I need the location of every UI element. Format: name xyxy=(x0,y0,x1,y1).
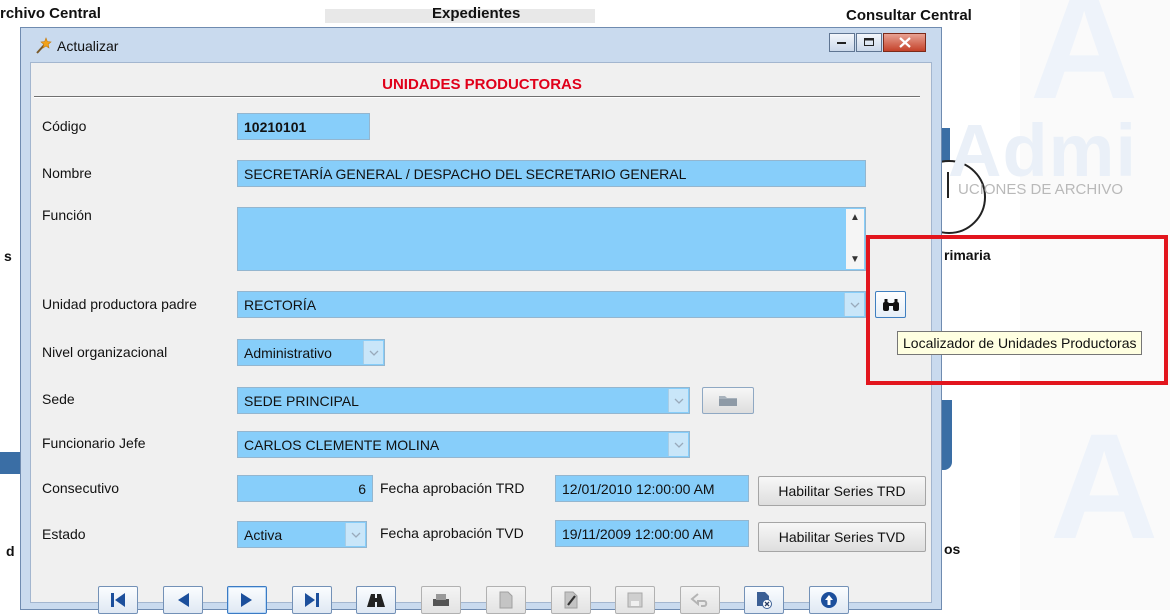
bg-label-bottom-right: os xyxy=(944,541,961,557)
jefe-value: CARLOS CLEMENTE MOLINA xyxy=(244,436,440,453)
consecutivo-field[interactable]: 6 xyxy=(237,475,373,502)
sede-value: SEDE PRINCIPAL xyxy=(244,392,359,409)
form-heading: UNIDADES PRODUCTORAS xyxy=(382,76,582,93)
first-record-icon xyxy=(111,593,125,607)
folder-icon xyxy=(719,396,737,406)
title-bar[interactable]: Actualizar xyxy=(21,28,941,62)
codigo-field[interactable]: 10210101 xyxy=(237,113,370,140)
dropdown-arrow[interactable] xyxy=(345,523,365,546)
update-dialog: Actualizar UNIDADES PRODUCTORAS Código 1… xyxy=(20,27,942,614)
jefe-select[interactable]: CARLOS CLEMENTE MOLINA xyxy=(237,431,690,458)
chevron-down-icon xyxy=(674,442,683,448)
estado-value: Activa xyxy=(244,526,283,543)
nombre-label: Nombre xyxy=(42,165,92,181)
fecha-trd-field[interactable]: 12/01/2010 12:00:00 AM xyxy=(555,475,749,502)
menu-consultar-central[interactable]: Consultar Central xyxy=(846,7,972,24)
chevron-down-icon xyxy=(850,302,859,308)
nivel-label: Nivel organizacional xyxy=(42,344,168,360)
unidad-padre-label: Unidad productora padre xyxy=(42,296,197,312)
scroll-up-icon[interactable]: ▲ xyxy=(846,209,864,227)
dropdown-arrow[interactable] xyxy=(363,341,383,364)
info-icon xyxy=(821,592,837,608)
habilitar-series-tvd-button[interactable]: Habilitar Series TVD xyxy=(758,522,926,552)
next-record-icon xyxy=(241,593,252,607)
chevron-down-icon xyxy=(674,398,683,404)
sede-folder-button[interactable] xyxy=(702,387,754,414)
bg-label-left: s xyxy=(4,248,12,264)
close-icon xyxy=(898,37,911,48)
previous-record-icon xyxy=(178,593,189,607)
jefe-label: Funcionario Jefe xyxy=(42,435,146,451)
nivel-select[interactable]: Administrativo xyxy=(237,339,385,366)
heading-divider xyxy=(34,96,920,98)
edit-icon xyxy=(564,591,578,609)
consecutivo-label: Consecutivo xyxy=(42,480,120,496)
dropdown-arrow[interactable] xyxy=(844,293,864,316)
maximize-button[interactable] xyxy=(856,33,882,52)
maximize-icon xyxy=(863,38,874,46)
bg-label-left-2: d xyxy=(6,543,15,559)
estado-label: Estado xyxy=(42,526,86,542)
side-shape xyxy=(0,452,20,474)
binoculars-search-icon xyxy=(367,594,385,607)
nivel-value: Administrativo xyxy=(244,344,332,361)
fecha-tvd-field[interactable]: 19/11/2009 12:00:00 AM xyxy=(555,520,749,547)
watermark-subtitle: UCIONES DE ARCHIVO xyxy=(958,181,1124,198)
annotation-highlight-box xyxy=(866,235,1168,385)
estado-select[interactable]: Activa xyxy=(237,521,367,548)
fecha-trd-label: Fecha aprobación TRD xyxy=(380,480,525,496)
save-icon xyxy=(627,592,643,608)
watermark-letter-bottom: A xyxy=(1050,402,1159,570)
menu-archivo-central[interactable]: rchivo Central xyxy=(0,5,101,22)
dropdown-arrow[interactable] xyxy=(668,389,688,412)
habilitar-series-trd-button[interactable]: Habilitar Series TRD xyxy=(758,476,926,506)
wand-icon xyxy=(35,37,53,55)
menu-expedientes[interactable]: Expedientes xyxy=(432,5,520,22)
funcion-scrollbar[interactable]: ▲ ▼ xyxy=(846,209,864,269)
last-record-icon xyxy=(305,593,319,607)
scroll-down-icon[interactable]: ▼ xyxy=(846,251,864,269)
dropdown-arrow[interactable] xyxy=(668,433,688,456)
locator-tooltip: Localizador de Unidades Productoras xyxy=(897,331,1143,355)
print-icon xyxy=(433,594,449,606)
undo-icon xyxy=(690,593,708,607)
funcion-label: Función xyxy=(42,207,92,223)
form-body: UNIDADES PRODUCTORAS Código 10210101 Nom… xyxy=(30,62,932,614)
minimize-icon xyxy=(837,41,846,44)
codigo-label: Código xyxy=(42,118,87,134)
funcion-textarea[interactable]: ▲ ▼ xyxy=(237,207,866,271)
new-document-icon xyxy=(499,591,513,609)
minimize-button[interactable] xyxy=(829,33,855,52)
sede-label: Sede xyxy=(42,391,75,407)
delete-icon xyxy=(757,592,772,609)
nombre-field[interactable]: SECRETARÍA GENERAL / DESPACHO DEL SECRET… xyxy=(237,160,866,187)
close-button[interactable] xyxy=(883,33,926,52)
window-title: Actualizar xyxy=(57,38,119,54)
chevron-down-icon xyxy=(351,532,360,538)
chevron-down-icon xyxy=(369,350,378,356)
fecha-tvd-label: Fecha aprobación TVD xyxy=(380,525,524,541)
unidad-padre-value: RECTORÍA xyxy=(244,296,317,313)
sede-select[interactable]: SEDE PRINCIPAL xyxy=(237,387,690,414)
unidad-padre-select[interactable]: RECTORÍA xyxy=(237,291,866,318)
